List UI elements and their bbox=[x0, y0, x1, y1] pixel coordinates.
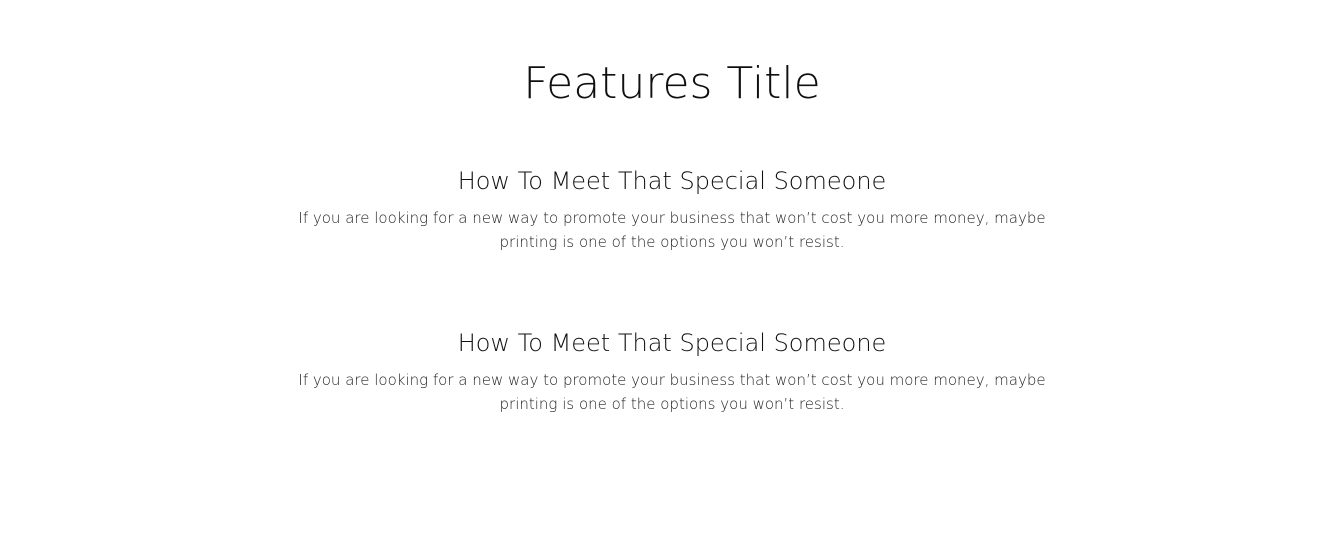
feature-item: How To Meet That Special Someone If you … bbox=[0, 326, 1344, 416]
feature-heading: How To Meet That Special Someone bbox=[457, 329, 887, 357]
features-section: Features Title How To Meet That Special … bbox=[0, 0, 1344, 546]
feature-item: How To Meet That Special Someone If you … bbox=[0, 164, 1344, 254]
features-title: Features Title bbox=[523, 58, 821, 109]
feature-description: If you are looking for a new way to prom… bbox=[298, 209, 1046, 251]
feature-heading: How To Meet That Special Someone bbox=[457, 167, 887, 195]
feature-description: If you are looking for a new way to prom… bbox=[298, 371, 1046, 413]
